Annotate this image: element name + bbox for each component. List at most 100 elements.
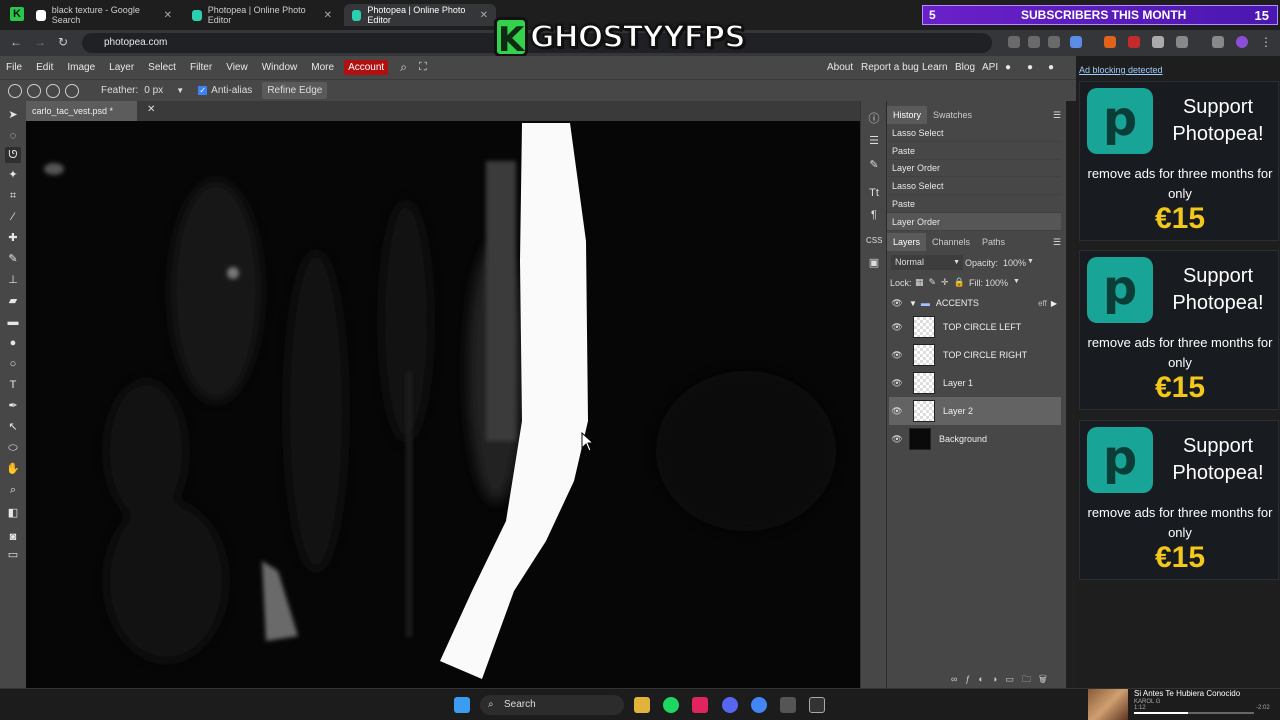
menu-about[interactable]: About (827, 62, 853, 73)
back-icon[interactable]: ← (10, 35, 22, 49)
brush-settings-icon[interactable]: ✎ (866, 157, 882, 173)
menu-layer[interactable]: Layer (103, 62, 142, 73)
chevron-down-icon[interactable]: ▼ (909, 299, 917, 308)
visibility-eye-icon[interactable]: 👁 (889, 350, 905, 361)
marquee-tool-icon[interactable]: ◌ (5, 128, 21, 144)
close-icon[interactable]: ✕ (324, 10, 332, 21)
layer-row[interactable]: 👁 TOP CIRCLE LEFT (889, 313, 1061, 341)
twitter-icon[interactable]: ● (1027, 62, 1033, 73)
document-icon[interactable] (1028, 36, 1040, 48)
info-icon[interactable]: ⓘ (866, 111, 882, 127)
tab-channels[interactable]: Channels (926, 233, 976, 251)
selection-intersect-icon[interactable] (65, 83, 79, 98)
browser-tab-photopea-2[interactable]: Photopea | Online Photo Editor ✕ (344, 4, 496, 26)
reload-icon[interactable]: ↻ (58, 35, 68, 49)
eraser-tool-icon[interactable]: ▰ (5, 293, 21, 309)
character-icon[interactable]: Tt (866, 185, 882, 201)
search-icon[interactable]: ⌕ (400, 60, 407, 75)
fx-label[interactable]: eff (1038, 299, 1047, 308)
chrome-icon[interactable] (751, 697, 767, 713)
close-document-icon[interactable]: ✕ (147, 104, 155, 115)
crop-tool-icon[interactable]: ⌗ (5, 188, 21, 204)
screen-mode-icon[interactable]: ▭ (5, 547, 21, 563)
menu-edit[interactable]: Edit (30, 62, 61, 73)
menu-blog[interactable]: Blog (955, 62, 975, 73)
layer-row[interactable]: 👁 Background (889, 425, 1061, 453)
history-item[interactable]: Lasso Select (887, 124, 1061, 142)
chevron-down-icon[interactable]: ▼ (1027, 258, 1034, 265)
opacity-input[interactable]: 100% (1003, 258, 1026, 268)
history-item[interactable]: Layer Order (887, 159, 1061, 177)
forward-icon[interactable]: → (34, 35, 46, 49)
menu-file[interactable]: File (0, 62, 30, 73)
chevron-down-icon[interactable]: ▼ (176, 86, 184, 95)
layer-row[interactable]: 👁 TOP CIRCLE RIGHT (889, 341, 1061, 369)
visibility-eye-icon[interactable]: 👁 (889, 322, 905, 333)
lock-icons[interactable]: ▦✎✛🔒 (915, 277, 970, 288)
selection-new-icon[interactable] (8, 83, 22, 98)
app-icon[interactable] (780, 697, 796, 713)
adjustments-icon[interactable]: ☰ (866, 133, 882, 149)
dodge-tool-icon[interactable]: ○ (5, 356, 21, 372)
selection-subtract-icon[interactable] (46, 83, 60, 98)
layer-action-icons[interactable]: ∞ƒ◐◑▭🗀🗑 (951, 672, 1055, 688)
clone-stamp-icon[interactable]: ⊥ (5, 272, 21, 288)
account-button[interactable]: Account (344, 60, 389, 75)
tab-swatches[interactable]: Swatches (927, 106, 978, 124)
pen-tool-icon[interactable]: ✒ (5, 398, 21, 414)
menu-more[interactable]: More (305, 62, 342, 73)
menu-select[interactable]: Select (142, 62, 184, 73)
chevron-right-icon[interactable]: ▶ (1051, 299, 1057, 308)
image-icon[interactable]: ▣ (866, 255, 882, 271)
spotify-icon[interactable] (663, 697, 679, 713)
ad-card[interactable]: p Support Photopea! remove ads for three… (1079, 250, 1279, 410)
gradient-tool-icon[interactable]: ▬ (5, 314, 21, 330)
browser-tab-photopea-1[interactable]: Photopea | Online Photo Editor ✕ (184, 4, 340, 26)
refine-edge-button[interactable]: Refine Edge (262, 82, 328, 99)
ad-card[interactable]: p Support Photopea! remove ads for three… (1079, 81, 1279, 241)
menu-image[interactable]: Image (61, 62, 103, 73)
visibility-eye-icon[interactable]: 👁 (889, 406, 905, 417)
menu-window[interactable]: Window (256, 62, 306, 73)
share-icon[interactable] (1048, 36, 1060, 48)
taskbar-search[interactable]: ⌕ Search (480, 695, 624, 715)
magic-wand-icon[interactable]: ✦ (5, 167, 21, 183)
panel-menu-icon[interactable]: ☰ (1053, 110, 1067, 121)
puzzle-icon[interactable] (1176, 36, 1188, 48)
eyedropper-icon[interactable]: ⁄ (5, 209, 21, 225)
layer-row[interactable]: 👁 Layer 1 (889, 369, 1061, 397)
document-tab[interactable]: carlo_tac_vest.psd * (26, 101, 138, 121)
feather-input[interactable]: 0 px (144, 85, 174, 96)
facebook-icon[interactable]: ● (1048, 62, 1054, 73)
close-icon[interactable]: ✕ (480, 10, 488, 21)
discord-icon[interactable] (722, 697, 738, 713)
file-explorer-icon[interactable] (634, 697, 650, 713)
lasso-tool-icon[interactable]: ᘎ (5, 147, 21, 163)
antialias-checkbox[interactable]: ✓ (198, 86, 208, 95)
chevron-down-icon[interactable]: ▼ (1013, 278, 1020, 285)
healing-brush-icon[interactable]: ✚ (5, 230, 21, 246)
ad-card[interactable]: p Support Photopea! remove ads for three… (1079, 420, 1279, 580)
layer-group-accents[interactable]: 👁 ▼ ▬ ACCENTS eff ▶ (889, 293, 1061, 313)
avatar[interactable] (1236, 36, 1248, 48)
history-item[interactable]: Lasso Select (887, 177, 1061, 195)
quick-mask-icon[interactable]: ◙ (5, 529, 21, 545)
kick-icon[interactable]: K (10, 7, 24, 21)
download-icon[interactable] (1212, 36, 1224, 48)
ad-block-notice[interactable]: Ad blocking detected (1079, 65, 1163, 75)
close-icon[interactable]: ✕ (164, 10, 172, 21)
extension-icon[interactable] (1104, 36, 1116, 48)
layer-row-selected[interactable]: 👁 Layer 2 (889, 397, 1061, 425)
visibility-eye-icon[interactable]: 👁 (889, 434, 905, 445)
visibility-eye-icon[interactable]: 👁 (889, 378, 905, 389)
brush-tool-icon[interactable]: ✎ (5, 251, 21, 267)
app-icon[interactable] (692, 697, 708, 713)
reddit-icon[interactable]: ● (1005, 62, 1011, 73)
page-icon[interactable] (1008, 36, 1020, 48)
history-item-current[interactable]: Layer Order (887, 213, 1061, 231)
app-icon[interactable] (809, 697, 825, 713)
browser-tab-google[interactable]: black texture - Google Search ✕ (28, 4, 180, 26)
extension-icon[interactable] (1128, 36, 1140, 48)
panel-menu-icon[interactable]: ☰ (1053, 237, 1067, 248)
tab-layers[interactable]: Layers (887, 233, 927, 251)
